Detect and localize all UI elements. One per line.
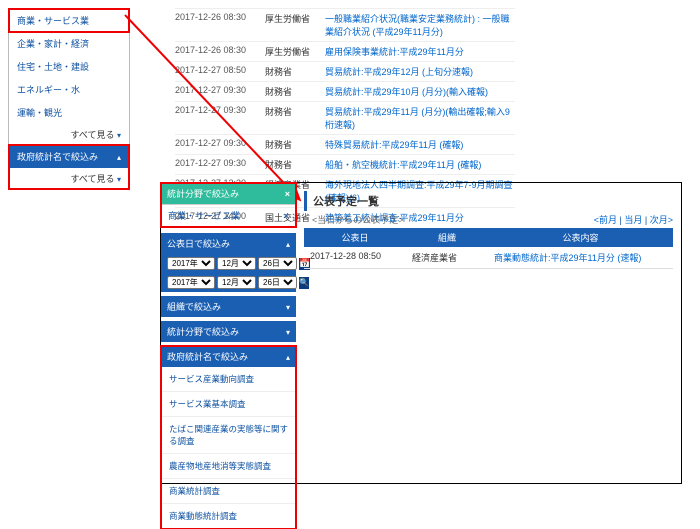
day-from-select[interactable]: 26日 xyxy=(258,257,297,270)
row-org: 厚生労働省 xyxy=(265,45,325,58)
close-icon[interactable] xyxy=(285,189,290,199)
next-month-link[interactable]: 次月> xyxy=(650,215,673,225)
prev-month-link[interactable]: <前月 xyxy=(594,215,617,225)
active-filter-commerce: 商業・サービス業 xyxy=(161,204,296,227)
year-to-select[interactable]: 2017年 xyxy=(167,276,215,289)
sidebar-header-govstat[interactable]: 政府統計名で絞込み xyxy=(9,145,129,168)
row-date: 2017-12-27 09:30 xyxy=(175,158,265,171)
row-date: 2017-12-27 09:30 xyxy=(175,85,265,98)
sidebar-item-housing[interactable]: 住宅・土地・建設 xyxy=(9,55,129,78)
row-date: 2017-12-27 09:30 xyxy=(175,138,265,151)
table-row: 2017-12-26 08:30厚生労働省雇用保険事業統計:平成29年11月分 xyxy=(175,41,515,61)
chevron-up-icon xyxy=(286,352,290,362)
row-link[interactable]: 貿易統計:平成29年10月 (月分)(輸入確報) xyxy=(325,87,488,97)
row-link[interactable]: 船舶・航空機統計:平成29年11月 (確報) xyxy=(325,160,481,170)
table-row: 2017-12-26 08:30厚生労働省一般職業紹介状況(職業安定業務統計) … xyxy=(175,8,515,41)
row-date: 2017-12-27 09:30 xyxy=(175,105,265,131)
row-date: 2017-12-26 08:30 xyxy=(175,45,265,58)
chevron-down-icon xyxy=(117,174,121,184)
table-header: 公表日 組織 公表内容 xyxy=(304,228,673,247)
month-nav: <前月 | 当月 | 次月> xyxy=(594,213,673,226)
sidebar-filters: 統計分野で絞込み 商業・サービス業 公表日で絞込み 2017年 12月 26日 … xyxy=(161,183,296,483)
sidebar-item-energy[interactable]: エネルギー・水 xyxy=(9,78,129,101)
row-link[interactable]: 一般職業紹介状況(職業安定業務統計) : 一般職業紹介状況 (平成29年11月分… xyxy=(325,14,510,37)
row-org: 財務省 xyxy=(265,65,325,78)
row-link[interactable]: 特殊貿易統計:平成29年11月 (確報) xyxy=(325,140,463,150)
chevron-up-icon xyxy=(286,239,290,249)
sub-item[interactable]: 商業統計調査 xyxy=(161,479,296,504)
filtered-panel: 統計分野で絞込み 商業・サービス業 公表日で絞込み 2017年 12月 26日 … xyxy=(160,182,682,484)
table-row: 2017-12-27 09:30財務省船舶・航空機統計:平成29年11月 (確報… xyxy=(175,154,515,174)
date-to-row: 2017年 12月 26日 xyxy=(161,273,296,292)
chevron-up-icon xyxy=(117,152,121,162)
active-filter-field: 統計分野で絞込み xyxy=(161,183,296,204)
row-link[interactable]: 貿易統計:平成29年12月 (上旬分速報) xyxy=(325,67,473,77)
day-to-select[interactable]: 26日 xyxy=(258,276,297,289)
row-link[interactable]: 貿易統計:平成29年11月 (月分)(輸出確報;輸入9桁速報) xyxy=(325,107,510,130)
this-month-link[interactable]: 当月 xyxy=(624,215,642,225)
table-row: 2017-12-27 09:30財務省貿易統計:平成29年11月 (月分)(輸出… xyxy=(175,101,515,134)
sub-item[interactable]: 商業動態統計調査 xyxy=(161,504,296,529)
row-date: 2017-12-28 08:50 xyxy=(304,247,406,268)
show-all-1[interactable]: すべて見る xyxy=(9,124,129,145)
table-row: 2017-12-27 09:30財務省貿易統計:平成29年10月 (月分)(輸入… xyxy=(175,81,515,101)
sub-item[interactable]: サービス産業動向調査 xyxy=(161,367,296,392)
table-row: 2017-12-27 08:50財務省貿易統計:平成29年12月 (上旬分速報) xyxy=(175,61,515,81)
date-from-row: 2017年 12月 26日 📅 xyxy=(161,254,296,273)
row-link[interactable]: 商業動態統計:平成29年11月分 (速報) xyxy=(494,253,641,263)
sidebar-item-economy[interactable]: 企業・家計・経済 xyxy=(9,32,129,55)
filter-header-date[interactable]: 公表日で絞込み xyxy=(161,233,296,254)
page-subtitle: <当日からの公表予定> xyxy=(312,213,404,226)
page-title: 公表予定一覧 xyxy=(304,191,404,211)
sub-item[interactable]: たばこ関連産業の実態等に関する調査 xyxy=(161,417,296,454)
filter-header-org[interactable]: 組織で絞込み xyxy=(161,296,296,317)
main-content: 公表予定一覧 <当日からの公表予定> <前月 | 当月 | 次月> 公表日 組織… xyxy=(296,183,681,483)
row-org: 財務省 xyxy=(265,105,325,131)
row-link[interactable]: 雇用保険事業統計:平成29年11月分 xyxy=(325,47,464,57)
month-from-select[interactable]: 12月 xyxy=(217,257,256,270)
table-row: 2017-12-27 09:30財務省特殊貿易統計:平成29年11月 (確報) xyxy=(175,134,515,154)
row-org: 財務省 xyxy=(265,85,325,98)
row-org: 厚生労働省 xyxy=(265,12,325,38)
sub-item[interactable]: 農産物地産地消等実態調査 xyxy=(161,454,296,479)
row-org: 経済産業省 xyxy=(406,247,488,268)
sidebar-fragment-top: 商業・サービス業 企業・家計・経済 住宅・土地・建設 エネルギー・水 運輸・観光… xyxy=(8,8,130,190)
sub-item[interactable]: サービス業基本調査 xyxy=(161,392,296,417)
chevron-down-icon xyxy=(286,302,290,312)
sidebar-item-commerce[interactable]: 商業・サービス業 xyxy=(9,9,129,32)
row-date: 2017-12-26 08:30 xyxy=(175,12,265,38)
row-org: 財務省 xyxy=(265,138,325,151)
sidebar-item-transport[interactable]: 運輸・観光 xyxy=(9,101,129,124)
row-date: 2017-12-27 08:50 xyxy=(175,65,265,78)
filter-header-field[interactable]: 統計分野で絞込み xyxy=(161,321,296,342)
chevron-down-icon xyxy=(286,327,290,337)
filter-header-govstat[interactable]: 政府統計名で絞込み xyxy=(161,346,296,367)
table-row: 2017-12-28 08:50 経済産業省 商業動態統計:平成29年11月分 … xyxy=(304,247,673,269)
year-from-select[interactable]: 2017年 xyxy=(167,257,215,270)
show-all-2[interactable]: すべて見る xyxy=(9,168,129,189)
chevron-down-icon xyxy=(117,130,121,140)
month-to-select[interactable]: 12月 xyxy=(217,276,256,289)
close-icon[interactable] xyxy=(284,211,289,221)
row-org: 財務省 xyxy=(265,158,325,171)
